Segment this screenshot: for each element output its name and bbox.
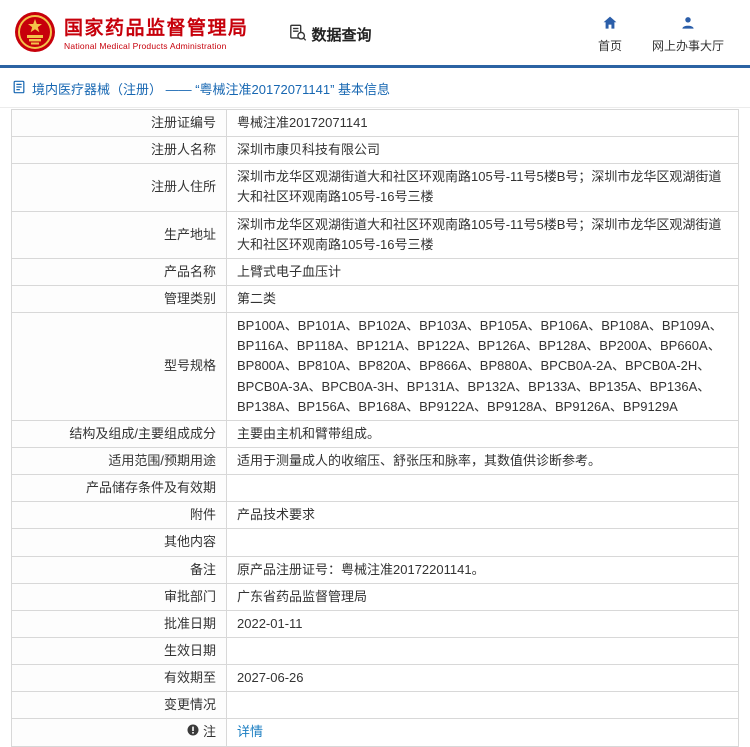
row-value: 广东省药品监督管理局 xyxy=(226,582,739,611)
table-row: 其他内容 xyxy=(11,528,739,557)
table-row: 结构及组成/主要组成成分 主要由主机和臂带组成。 xyxy=(11,419,739,448)
row-value xyxy=(226,636,739,666)
table-row: 批准日期 2022-01-11 xyxy=(11,609,739,638)
row-label: 型号规格 xyxy=(11,312,227,421)
row-label: 注册证编号 xyxy=(11,108,227,138)
table-row: 有效期至 2027-06-26 xyxy=(11,664,739,693)
row-value: 深圳市康贝科技有限公司 xyxy=(226,136,739,165)
row-label: 其他内容 xyxy=(11,528,227,557)
table-row: 备注 原产品注册证号：粤械注准20172201141。 xyxy=(11,555,739,584)
table-row: 注册证编号 粤械注准20172071141 xyxy=(11,108,739,138)
data-query-tab[interactable]: 数据查询 xyxy=(289,24,372,46)
table-row: 管理类别 第二类 xyxy=(11,284,739,314)
row-value: 适用于测量成人的收缩压、舒张压和脉率，其数值供诊断参考。 xyxy=(226,446,739,476)
user-icon xyxy=(680,15,696,34)
org-name-en: National Medical Products Administration xyxy=(64,41,227,52)
row-value: 2027-06-26 xyxy=(226,664,739,693)
row-label: 附件 xyxy=(11,501,227,530)
row-label: 审批部门 xyxy=(11,582,227,611)
row-value: 第二类 xyxy=(226,284,739,314)
data-query-label: 数据查询 xyxy=(311,27,372,44)
table-row: 产品储存条件及有效期 xyxy=(11,474,739,503)
breadcrumb: 境内医疗器械（注册） —— “粤械注准20172071141” 基本信息 xyxy=(0,68,750,108)
row-label: 生产地址 xyxy=(11,210,227,259)
row-label: 产品名称 xyxy=(11,257,227,286)
row-label: 注册人住所 xyxy=(11,163,227,212)
table-row: 型号规格 BP100A、BP101A、BP102A、BP103A、BP105A、… xyxy=(11,312,739,421)
row-label: 注册人名称 xyxy=(11,136,227,165)
nav-service-hall[interactable]: 网上办事大厅 xyxy=(652,15,724,54)
row-label: 注 xyxy=(11,718,227,747)
row-value: 上臂式电子血压计 xyxy=(226,257,739,286)
row-value: 原产品注册证号：粤械注准20172201141。 xyxy=(226,555,739,584)
header: 国家药品监督管理局 National Medical Products Admi… xyxy=(0,0,750,65)
home-icon xyxy=(602,15,618,34)
row-label: 有效期至 xyxy=(11,664,227,693)
table-row: 注册人住所 深圳市龙华区观湖街道大和社区环观南路105号-11号5楼B号；深圳市… xyxy=(11,163,739,212)
nav-home[interactable]: 首页 xyxy=(598,15,622,54)
row-value: 深圳市龙华区观湖街道大和社区环观南路105号-11号5楼B号；深圳市龙华区观湖街… xyxy=(226,163,739,212)
note-icon xyxy=(187,722,199,742)
table-row: 生产地址 深圳市龙华区观湖街道大和社区环观南路105号-11号5楼B号；深圳市龙… xyxy=(11,210,739,259)
row-value: 详情 xyxy=(226,718,739,747)
data-query-icon xyxy=(289,24,307,46)
nav-home-label: 首页 xyxy=(597,39,622,53)
row-label: 结构及组成/主要组成成分 xyxy=(11,419,227,448)
org-title-block: 国家药品监督管理局 National Medical Products Admi… xyxy=(64,18,249,52)
row-value xyxy=(226,528,739,557)
row-value: 深圳市龙华区观湖街道大和社区环观南路105号-11号5楼B号；深圳市龙华区观湖街… xyxy=(226,210,739,259)
note-label: 注 xyxy=(202,724,216,740)
row-label: 适用范围/预期用途 xyxy=(11,446,227,476)
row-label: 备注 xyxy=(11,555,227,584)
table-row: 产品名称 上臂式电子血压计 xyxy=(11,257,739,286)
row-value: 2022-01-11 xyxy=(226,609,739,638)
registration-info-table: 注册证编号 粤械注准20172071141 注册人名称 深圳市康贝科技有限公司 … xyxy=(11,108,739,747)
row-value: BP100A、BP101A、BP102A、BP103A、BP105A、BP106… xyxy=(226,312,739,421)
row-label: 管理类别 xyxy=(11,284,227,314)
row-label: 批准日期 xyxy=(11,609,227,638)
table-row: 变更情况 xyxy=(11,691,739,720)
row-label: 生效日期 xyxy=(11,636,227,666)
row-value xyxy=(226,474,739,503)
row-value: 产品技术要求 xyxy=(226,501,739,530)
row-value: 粤械注准20172071141 xyxy=(226,108,739,138)
row-value xyxy=(226,691,739,720)
table-row: 附件 产品技术要求 xyxy=(11,501,739,530)
table-row: 生效日期 xyxy=(11,636,739,666)
row-value: 主要由主机和臂带组成。 xyxy=(226,419,739,448)
national-emblem-logo xyxy=(14,11,56,58)
details-link[interactable]: 详情 xyxy=(237,724,263,739)
nav-service-hall-label: 网上办事大厅 xyxy=(651,39,724,53)
document-icon xyxy=(12,80,26,97)
table-row: 注册人名称 深圳市康贝科技有限公司 xyxy=(11,136,739,165)
org-name-cn: 国家药品监督管理局 xyxy=(64,17,249,39)
row-label: 变更情况 xyxy=(11,691,227,720)
table-row: 审批部门 广东省药品监督管理局 xyxy=(11,582,739,611)
table-row: 适用范围/预期用途 适用于测量成人的收缩压、舒张压和脉率，其数值供诊断参考。 xyxy=(11,446,739,476)
table-row-note: 注 详情 xyxy=(11,718,739,747)
top-nav: 首页 网上办事大厅 xyxy=(598,15,734,54)
row-label: 产品储存条件及有效期 xyxy=(11,474,227,503)
breadcrumb-text: 境内医疗器械（注册） —— “粤械注准20172071141” 基本信息 xyxy=(32,82,391,97)
